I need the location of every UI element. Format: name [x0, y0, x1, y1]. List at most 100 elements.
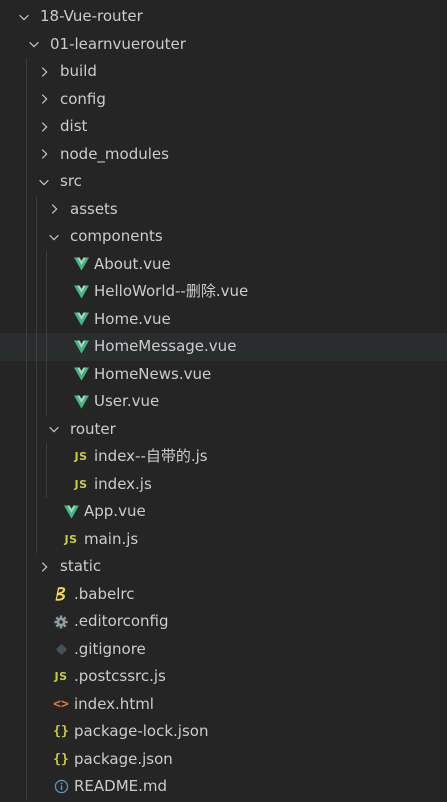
tree-file-item[interactable]: README.md [0, 773, 447, 801]
tree-item-label: dist [60, 117, 88, 135]
indent-guide [36, 388, 37, 416]
indent-guide [26, 498, 27, 526]
indent-guide [46, 305, 47, 333]
json-icon: {} [53, 724, 69, 739]
indent-guide [36, 278, 37, 306]
js-icon: JS [74, 450, 88, 463]
tree-folder-item[interactable]: assets [0, 195, 447, 224]
tree-item-label: .editorconfig [74, 612, 169, 630]
tree-item-label: build [60, 62, 97, 80]
indent-guide [26, 250, 27, 278]
tree-file-item[interactable]: HomeNews.vue [0, 360, 447, 389]
indent-guide [36, 223, 37, 251]
indent-guide [26, 525, 27, 553]
tree-item-label: HelloWorld--删除.vue [94, 282, 249, 300]
indent-guide [26, 223, 27, 251]
tree-item-label: About.vue [94, 254, 171, 273]
babel-icon [52, 581, 70, 609]
tree-item-label: .gitignore [74, 639, 146, 658]
vue-icon [72, 361, 90, 389]
vue-icon [72, 251, 90, 279]
tree-item-label: package-lock.json [74, 722, 209, 740]
indent-guide [46, 250, 47, 278]
indent-guide [46, 443, 47, 471]
indent-guide [26, 690, 27, 718]
tree-folder-item[interactable]: static [0, 553, 447, 581]
tree-file-item[interactable]: User.vue [0, 388, 447, 416]
tree-item-label: index.js [94, 474, 152, 493]
indent-guide [26, 553, 27, 581]
tree-item-label: static [60, 557, 102, 575]
tree-folder-item[interactable]: dist [0, 113, 447, 141]
tree-file-item[interactable]: .babelrc [0, 580, 447, 609]
indent-guide [26, 113, 27, 141]
tree-folder-item[interactable]: components [0, 223, 447, 251]
chevron-right-icon[interactable] [36, 86, 52, 114]
chevron-down-icon[interactable] [46, 416, 62, 444]
tree-item-label: HomeNews.vue [94, 364, 212, 383]
chevron-right-icon[interactable] [36, 141, 52, 169]
tree-item-label: config [60, 89, 106, 108]
tree-item-label: package.json [74, 749, 173, 768]
tree-item-label: assets [70, 199, 118, 218]
indent-guide [26, 635, 27, 663]
vue-icon [62, 498, 80, 526]
indent-guide [36, 443, 37, 471]
tree-folder-item[interactable]: build [0, 58, 447, 86]
tree-folder-item[interactable]: src [0, 168, 447, 196]
indent-guide [46, 360, 47, 388]
tree-file-item[interactable]: JS main.js [0, 525, 447, 553]
tree-item-label: 18-Vue-router [40, 7, 143, 25]
chevron-down-icon[interactable] [26, 31, 42, 59]
indent-guide [26, 140, 27, 168]
tree-file-item[interactable]: .gitignore [0, 635, 447, 663]
tree-file-item[interactable]: JS .postcssrc.js [0, 663, 447, 691]
indent-guide [36, 195, 37, 223]
chevron-down-icon[interactable] [16, 3, 32, 31]
indent-guide [26, 388, 27, 416]
tree-file-item[interactable]: About.vue [0, 250, 447, 279]
indent-guide [26, 745, 27, 773]
tree-folder-item[interactable]: node_modules [0, 140, 447, 169]
tree-folder-item[interactable]: router [0, 415, 447, 444]
vue-icon [72, 278, 90, 306]
tree-folder-item[interactable]: config [0, 85, 447, 114]
indent-guide [36, 525, 37, 553]
chevron-right-icon[interactable] [36, 58, 52, 86]
indent-guide [36, 498, 37, 526]
tree-file-item[interactable]: JS index--自带的.js [0, 443, 447, 471]
indent-guide [46, 278, 47, 306]
tree-file-item[interactable]: JS index.js [0, 470, 447, 498]
indent-guide [36, 415, 37, 443]
tree-file-item[interactable]: HomeMessage.vue [0, 333, 447, 361]
tree-file-item[interactable]: <> index.html [0, 690, 447, 718]
chevron-right-icon[interactable] [46, 196, 62, 224]
chevron-down-icon[interactable] [46, 223, 62, 251]
vue-icon [72, 306, 90, 334]
tree-item-label: .postcssrc.js [74, 667, 166, 685]
vue-icon [72, 333, 90, 361]
tree-file-item[interactable]: App.vue [0, 498, 447, 526]
tree-file-item[interactable]: Home.vue [0, 305, 447, 334]
indent-guide [26, 470, 27, 498]
tree-item-label: .babelrc [74, 584, 135, 603]
indent-guide [26, 663, 27, 691]
chevron-right-icon[interactable] [36, 113, 52, 141]
tree-file-item[interactable]: {} package-lock.json [0, 718, 447, 746]
json-icon: {} [53, 751, 69, 767]
tree-file-item[interactable]: HelloWorld--删除.vue [0, 278, 447, 306]
indent-guide [26, 278, 27, 306]
chevron-right-icon[interactable] [36, 553, 52, 581]
indent-guide [46, 470, 47, 498]
indent-guide [26, 415, 27, 443]
tree-folder-item[interactable]: 18-Vue-router [0, 3, 447, 31]
tree-item-label: router [70, 419, 116, 438]
html-icon: <> [53, 696, 69, 712]
indent-guide [26, 443, 27, 471]
indent-guide [26, 718, 27, 746]
chevron-down-icon[interactable] [36, 168, 52, 196]
tree-folder-item[interactable]: 01-learnvuerouter [0, 31, 447, 59]
tree-item-label: components [70, 227, 163, 245]
tree-file-item[interactable]: .editorconfig [0, 608, 447, 636]
tree-file-item[interactable]: {} package.json [0, 745, 447, 773]
